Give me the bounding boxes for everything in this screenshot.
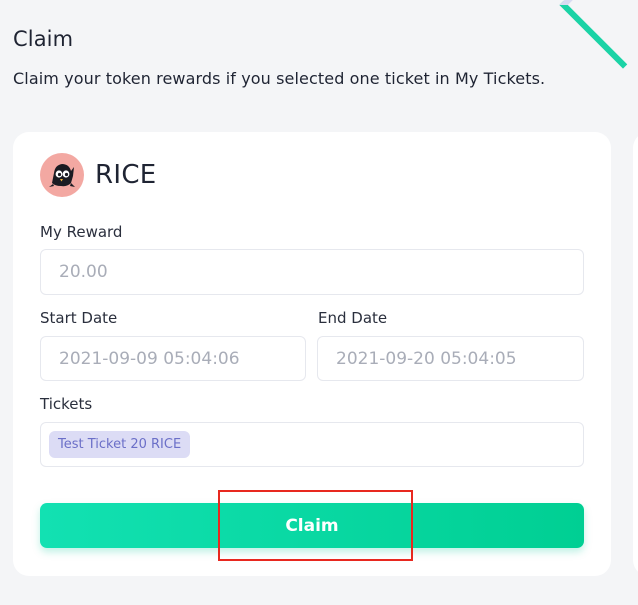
corner-decoration (559, 0, 638, 69)
reward-label: My Reward (40, 223, 123, 241)
claim-button[interactable]: Claim (40, 503, 584, 548)
start-date-value: 2021-09-09 05:04:06 (59, 348, 240, 369)
claim-card: RICE My Reward 20.00 Start Date 2021-09-… (13, 132, 611, 576)
tickets-field[interactable]: Test Ticket 20 RICE (40, 422, 584, 467)
reward-value: 20.00 (59, 262, 108, 282)
start-date-label: Start Date (40, 309, 118, 327)
ticket-tag[interactable]: Test Ticket 20 RICE (49, 431, 191, 458)
end-date-field[interactable]: 2021-09-20 05:04:05 (317, 336, 584, 381)
page-title: Claim (13, 27, 74, 51)
token-header: RICE (40, 153, 157, 197)
end-date-label: End Date (318, 309, 388, 327)
next-card-edge (633, 132, 638, 576)
end-date-value: 2021-09-20 05:04:05 (336, 348, 517, 369)
token-name: RICE (95, 160, 157, 190)
penguin-avatar-icon (40, 153, 84, 197)
reward-field[interactable]: 20.00 (40, 249, 584, 295)
tickets-label: Tickets (40, 395, 93, 413)
page-subtitle: Claim your token rewards if you selected… (13, 69, 546, 88)
start-date-field[interactable]: 2021-09-09 05:04:06 (40, 336, 306, 381)
